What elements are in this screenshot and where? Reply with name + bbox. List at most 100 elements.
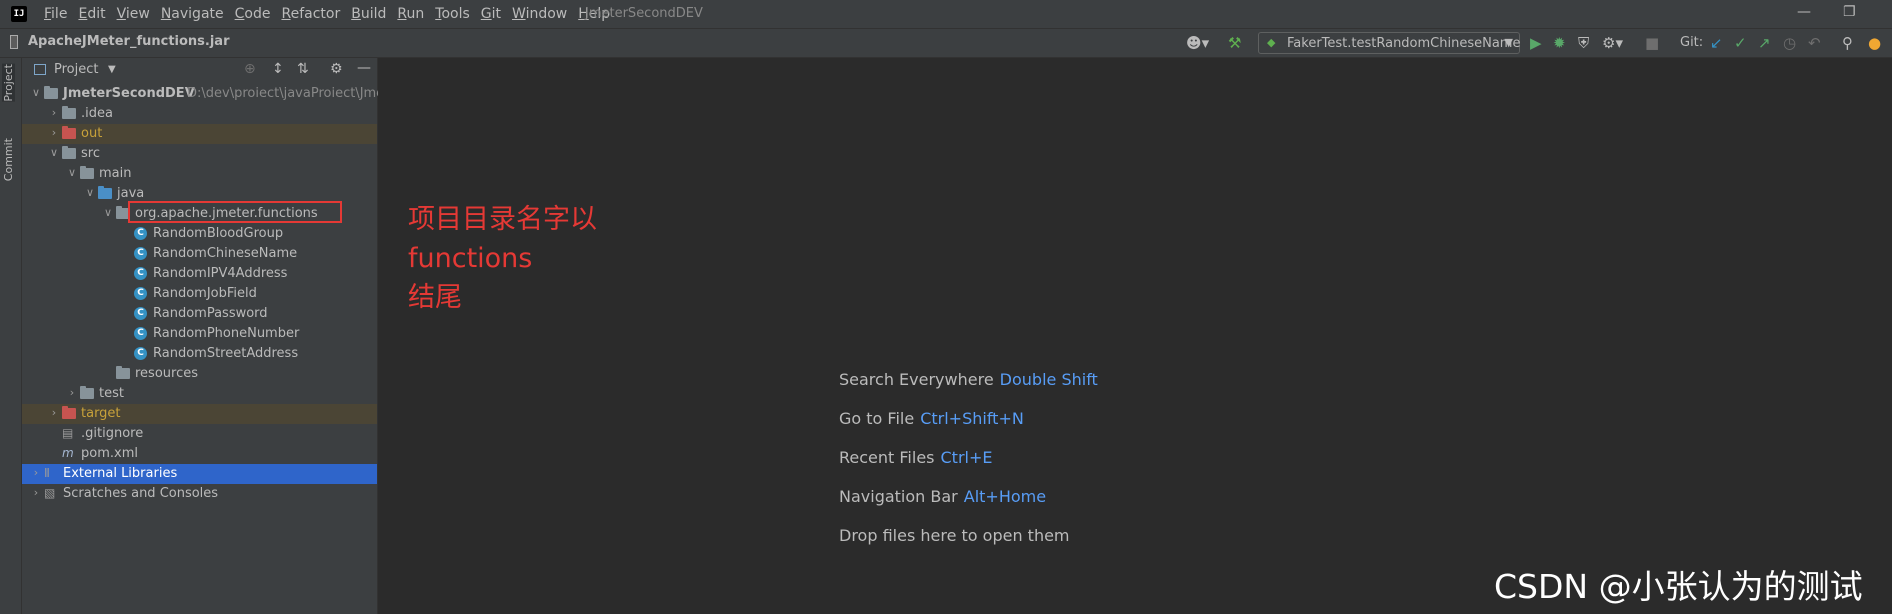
chevron-down-icon[interactable]: ∨ <box>48 146 60 159</box>
project-panel-title[interactable]: Project <box>54 62 98 77</box>
menu-navigate[interactable]: Navigate <box>161 6 224 22</box>
update-icon[interactable]: ● <box>1868 34 1881 52</box>
menu-file[interactable]: File <box>44 6 67 22</box>
tree-item-gitignore[interactable]: ▤ .gitignore <box>22 424 377 444</box>
hint-label: Go to File <box>839 409 915 428</box>
java-class-icon: C <box>134 247 147 260</box>
history-icon[interactable]: ◷ <box>1783 34 1796 52</box>
tree-item-label: RandomPhoneNumber <box>153 326 300 341</box>
restore-button[interactable]: ❐ <box>1843 4 1856 20</box>
annotation-line-3: 结尾 <box>408 282 462 313</box>
tree-item-test[interactable]: › test <box>22 384 377 404</box>
coverage-icon[interactable]: ⛨ <box>1578 34 1589 52</box>
tree-item-label: RandomBloodGroup <box>153 226 284 241</box>
run-config-label: FakerTest.testRandomChineseName <box>1287 36 1521 51</box>
build-hammer-icon[interactable]: ⚒ <box>1228 34 1241 52</box>
tree-item-label: .gitignore <box>81 426 144 441</box>
menu-edit[interactable]: Edit <box>78 6 105 22</box>
minimize-button[interactable]: — <box>1797 4 1811 20</box>
menu-tools[interactable]: Tools <box>435 6 470 22</box>
git-push-icon[interactable]: ↗ <box>1758 34 1771 52</box>
menu-bar: IJ File Edit View Navigate Code Refactor… <box>0 0 1892 28</box>
run-configuration-dropdown[interactable]: ◆ FakerTest.testRandomChineseName ▼ <box>1258 32 1520 54</box>
profile-icon[interactable]: ⚙▾ <box>1602 34 1623 52</box>
stop-icon[interactable]: ■ <box>1645 34 1659 52</box>
expand-all-icon[interactable]: ↕ <box>272 61 284 77</box>
java-class-icon: C <box>134 287 147 300</box>
tree-item-randomjobfield[interactable]: C RandomJobField <box>22 284 377 304</box>
menu-git[interactable]: Git <box>481 6 501 22</box>
chevron-down-icon[interactable]: ∨ <box>84 186 96 199</box>
chevron-down-icon[interactable]: ▼ <box>108 64 116 75</box>
tree-item-label: java <box>117 186 145 201</box>
menu-run[interactable]: Run <box>397 6 424 22</box>
tree-item-resources[interactable]: resources <box>22 364 377 384</box>
tree-item-target[interactable]: › target <box>22 404 377 424</box>
tree-item-randompassword[interactable]: C RandomPassword <box>22 304 377 324</box>
hint-label: Navigation Bar <box>839 487 958 506</box>
menu-build[interactable]: Build <box>351 6 386 22</box>
folder-icon <box>62 146 76 159</box>
gear-icon[interactable]: ⚙ <box>330 61 343 77</box>
search-icon[interactable]: ⚲ <box>1842 34 1853 52</box>
folder-icon <box>62 106 76 119</box>
menu-window[interactable]: Window <box>512 6 567 22</box>
editor-empty-area[interactable] <box>378 58 1892 614</box>
tree-item-label: RandomChineseName <box>153 246 298 261</box>
collapse-all-icon[interactable]: ⇅ <box>297 61 309 77</box>
scratches-icon: ▧ <box>44 486 56 500</box>
tree-item-randomipv4address[interactable]: C RandomIPV4Address <box>22 264 377 284</box>
run-icon[interactable]: ▶ <box>1530 34 1542 52</box>
module-folder-icon <box>44 86 58 99</box>
chevron-down-icon[interactable]: ∨ <box>66 166 78 179</box>
chevron-right-icon[interactable]: › <box>66 386 78 399</box>
tree-item-src[interactable]: ∨ src <box>22 144 377 164</box>
git-update-icon[interactable]: ↙ <box>1710 34 1723 52</box>
hint-drop-files: Drop files here to open them <box>839 526 1070 545</box>
breadcrumb[interactable]: ApacheJMeter_functions.jar <box>28 34 230 49</box>
chevron-down-icon[interactable]: ∨ <box>102 206 114 219</box>
tab-commit[interactable]: Commit <box>2 138 15 181</box>
menu-code[interactable]: Code <box>235 6 271 22</box>
chevron-down-icon[interactable]: ∨ <box>30 86 42 99</box>
source-folder-icon <box>98 186 112 199</box>
tree-item-pom-xml[interactable]: m pom.xml <box>22 444 377 464</box>
chevron-right-icon[interactable]: › <box>48 126 60 139</box>
tree-item-label: pom.xml <box>81 446 138 461</box>
chevron-right-icon[interactable]: › <box>48 406 60 419</box>
menu-refactor[interactable]: Refactor <box>281 6 340 22</box>
menu-view[interactable]: View <box>117 6 150 22</box>
project-panel-header: Project ▼ ⊕ ↕ ⇅ ⚙ — <box>22 58 377 84</box>
tree-item-label: src <box>81 146 100 161</box>
window-title: JmeterSecondDEV <box>585 6 703 21</box>
tree-item-randomphonenumber[interactable]: C RandomPhoneNumber <box>22 324 377 344</box>
chevron-right-icon[interactable]: › <box>48 106 60 119</box>
tree-item-out[interactable]: › out <box>22 124 377 144</box>
debug-icon[interactable]: ✹ <box>1553 34 1566 52</box>
tree-item-randomchinesename[interactable]: C RandomChineseName <box>22 244 377 264</box>
git-label: Git: <box>1680 35 1704 50</box>
hide-panel-icon[interactable]: — <box>357 60 371 76</box>
tab-commit-label: Commit <box>2 138 15 182</box>
rollback-icon[interactable]: ↶ <box>1808 34 1821 52</box>
libraries-icon: Ⅱ <box>44 466 50 480</box>
chevron-right-icon[interactable]: › <box>30 466 42 479</box>
hint-recent-files: Recent Files Ctrl+E <box>839 448 992 467</box>
tree-item-jmeterseconddev[interactable]: ∨ JmeterSecondDEV D:\dev\proiect\javaProie… <box>22 84 403 104</box>
annotation-line-1: 项目目录名字以 <box>408 204 597 235</box>
tree-item-randombloodgroup[interactable]: C RandomBloodGroup <box>22 224 377 244</box>
tab-project[interactable]: Project <box>2 64 15 102</box>
tree-item-randomstreetaddress[interactable]: C RandomStreetAddress <box>22 344 377 364</box>
git-commit-icon[interactable]: ✓ <box>1734 34 1747 52</box>
tree-item-idea[interactable]: › .idea <box>22 104 377 124</box>
user-icon[interactable]: ☻▾ <box>1186 34 1209 52</box>
tree-item-path: D:\dev\proiect\javaProiect\Jmeter <box>187 86 403 101</box>
tree-item-scratches-and-consoles[interactable]: › ▧ Scratches and Consoles <box>22 484 377 504</box>
locate-icon[interactable]: ⊕ <box>244 61 256 77</box>
tree-item-main[interactable]: ∨ main <box>22 164 377 184</box>
tree-item-label: RandomJobField <box>153 286 257 301</box>
tree-item-label: main <box>99 166 132 181</box>
chevron-right-icon[interactable]: › <box>30 486 42 499</box>
resources-folder-icon <box>116 366 130 379</box>
tree-item-external-libraries[interactable]: › Ⅱ External Libraries <box>22 464 377 484</box>
